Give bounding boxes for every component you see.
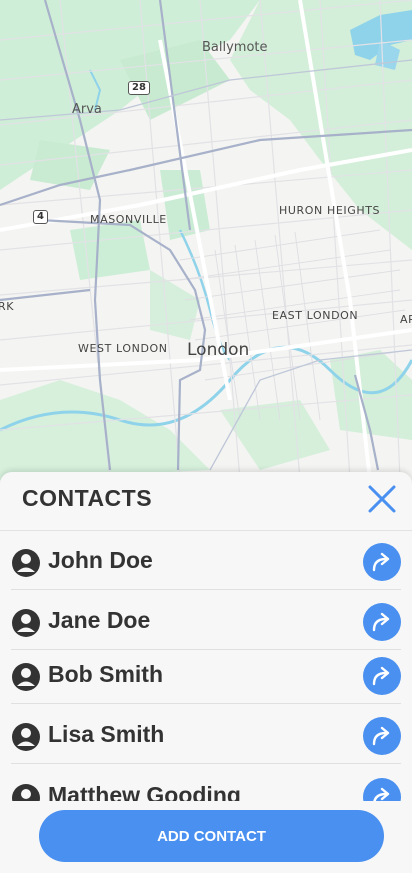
map-label-right-edge: AR <box>400 313 412 326</box>
avatar-icon <box>12 663 40 691</box>
map-label-east-london: EAST LONDON <box>272 309 359 322</box>
share-button[interactable] <box>363 717 401 755</box>
forward-arrow-icon <box>372 552 390 572</box>
avatar-icon <box>12 784 40 801</box>
list-item[interactable]: Lisa Smith <box>11 705 401 764</box>
list-item[interactable]: Jane Doe <box>11 591 401 650</box>
route-shield-28: 28 <box>128 81 150 95</box>
contact-name: Matthew Gooding <box>48 782 241 801</box>
contact-name: Jane Doe <box>48 607 151 633</box>
sheet-header: CONTACTS <box>0 472 412 531</box>
map-label-masonville: MASONVILLE <box>90 213 167 226</box>
avatar-icon <box>12 609 40 637</box>
share-button[interactable] <box>363 778 401 801</box>
contact-name: Lisa Smith <box>48 721 165 747</box>
list-item[interactable]: Bob Smith <box>11 645 401 704</box>
map-label-left-edge: RK <box>0 300 15 313</box>
map-label-ballymote: Ballymote <box>202 40 268 55</box>
sheet-title: CONTACTS <box>22 485 153 511</box>
share-button[interactable] <box>363 543 401 581</box>
close-icon <box>368 485 396 513</box>
avatar-icon <box>12 549 40 577</box>
contacts-sheet: CONTACTS John Doe Jane Doe Bob Smith Lis… <box>0 472 412 873</box>
map-label-london: London <box>187 340 250 360</box>
contacts-list[interactable]: John Doe Jane Doe Bob Smith Lisa Smith M… <box>0 531 412 801</box>
add-contact-button[interactable]: ADD CONTACT <box>39 810 384 862</box>
map-tiles <box>0 0 412 480</box>
list-item[interactable]: Matthew Gooding <box>11 766 401 801</box>
route-shield-4: 4 <box>33 210 48 224</box>
forward-arrow-icon <box>372 726 390 746</box>
share-button[interactable] <box>363 657 401 695</box>
map-label-arva: Arva <box>72 102 102 117</box>
map-label-huron-heights: HURON HEIGHTS <box>279 204 381 217</box>
forward-arrow-icon <box>372 666 390 686</box>
map-view[interactable]: Ballymote Arva MASONVILLE HURON HEIGHTS … <box>0 0 412 480</box>
share-button[interactable] <box>363 603 401 641</box>
list-item[interactable]: John Doe <box>11 531 401 590</box>
forward-arrow-icon <box>372 612 390 632</box>
contact-name: John Doe <box>48 547 153 573</box>
forward-arrow-icon <box>373 787 390 801</box>
contact-name: Bob Smith <box>48 661 163 687</box>
map-label-west-london: WEST LONDON <box>78 342 168 355</box>
close-button[interactable] <box>366 483 398 515</box>
avatar-icon <box>12 723 40 751</box>
